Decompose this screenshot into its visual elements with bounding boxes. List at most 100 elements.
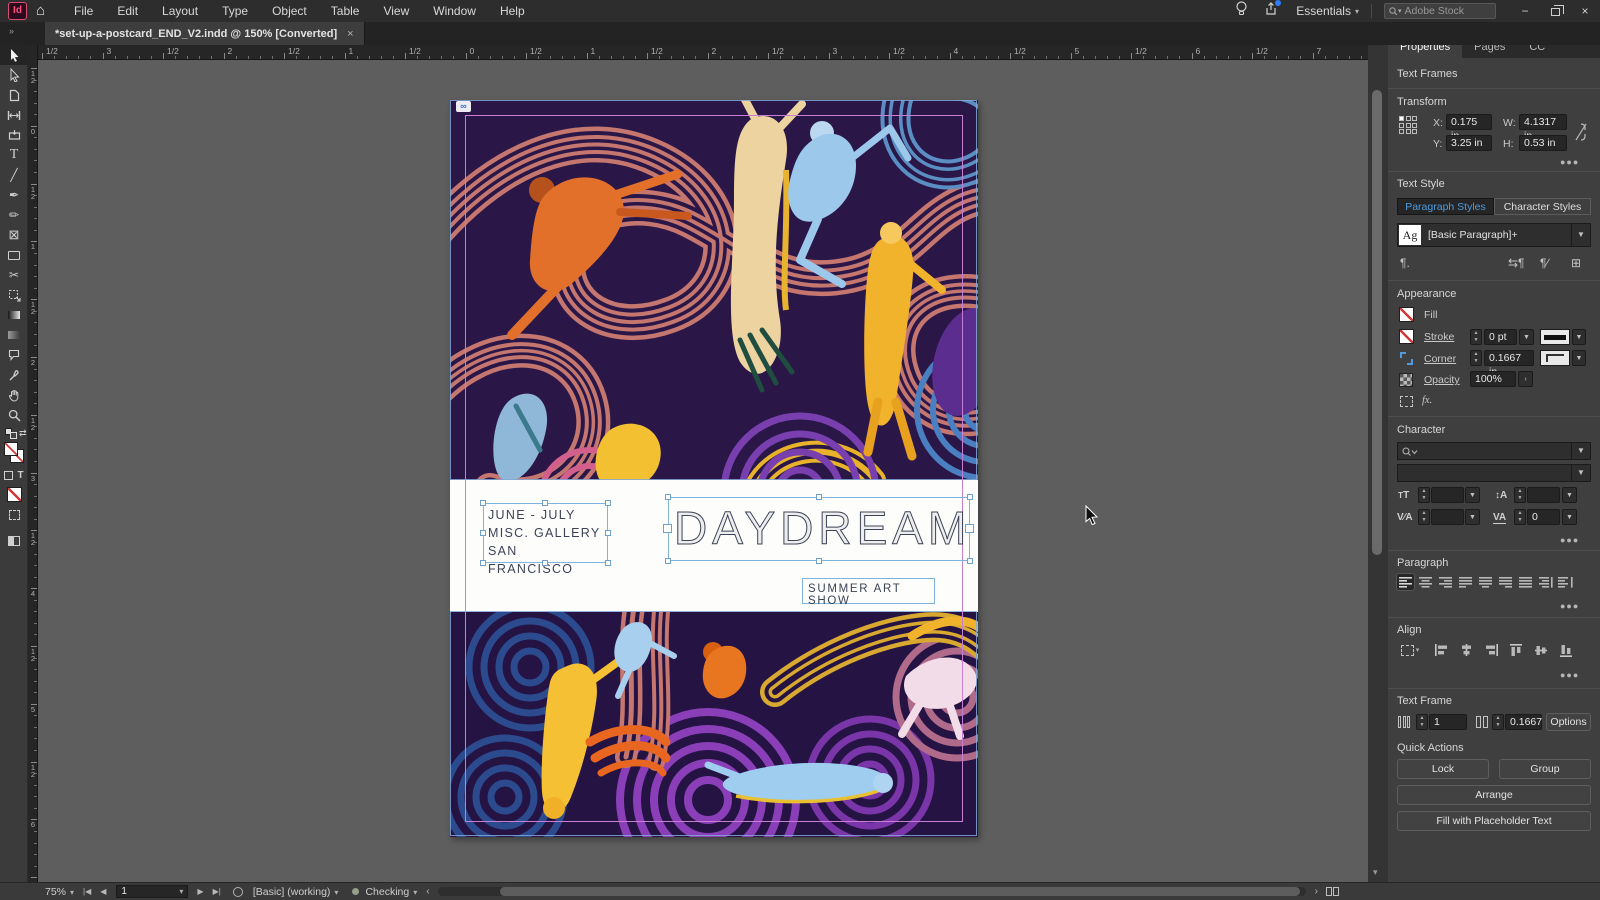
corner-radius-stepper[interactable]: ▲ ▼ [1470,350,1482,366]
opacity-value[interactable]: 100% [1470,371,1516,387]
corner-style-chevron-icon[interactable]: ▼ [1572,350,1586,366]
align-left-edges-button[interactable] [1432,642,1450,658]
scissors-tool[interactable]: ✂ [0,265,28,285]
h-input[interactable]: 0.53 in [1519,135,1567,151]
justify-all-button[interactable] [1517,574,1534,590]
first-page-button[interactable]: |◀ [83,887,91,896]
selection-handle[interactable] [816,558,822,564]
subtitle-text-frame[interactable]: SUMMER ART SHOW [802,578,935,607]
share-icon[interactable] [1264,0,1282,21]
new-style-icon[interactable]: ⊞ [1571,256,1581,270]
tracking-stepper[interactable]: ▲ ▼ [1514,509,1526,525]
gutter-input[interactable]: 0.1667 [1505,714,1542,730]
swap-fill-stroke-icon[interactable]: ⇄ [0,425,28,441]
text-icon[interactable]: T [17,470,23,481]
page-number-input[interactable]: 1 ▾ [116,885,189,898]
selection-handle[interactable] [605,500,611,506]
kerning-value[interactable] [1431,509,1464,525]
direct-selection-tool[interactable] [0,65,28,85]
y-input[interactable]: 3.25 in [1446,135,1492,151]
screen-mode-button[interactable] [0,531,28,551]
selection-handle[interactable] [480,560,486,566]
stroke-color-swatch[interactable] [1399,329,1414,344]
postcard-top-illustration[interactable] [450,100,978,480]
selection-handle[interactable] [967,558,973,564]
gradient-feather-tool[interactable] [0,325,28,345]
ruler-origin-corner[interactable] [28,45,38,60]
selection-handle[interactable] [663,524,672,533]
style-chevron-icon[interactable]: ▼ [1571,224,1590,246]
postcard-bottom-illustration[interactable] [450,612,978,837]
apply-settings-icon[interactable] [0,505,28,525]
content-collector-tool[interactable] [0,125,28,145]
gradient-swatch-tool[interactable] [0,305,28,325]
workspace-switcher[interactable]: Essentials [1296,4,1351,18]
selection-handle[interactable] [542,560,548,566]
opacity-link[interactable]: Opacity [1424,374,1460,386]
gap-tool[interactable] [0,105,28,125]
type-tool[interactable]: T [0,145,28,165]
home-icon[interactable]: ⌂ [36,2,45,20]
stroke-style-preview[interactable] [1540,329,1570,345]
pencil-tool[interactable]: ✏ [0,205,28,225]
font-size-chevron-icon[interactable]: ▼ [1465,487,1480,503]
kerning-chevron-icon[interactable]: ▼ [1465,509,1480,525]
restore-button[interactable] [1540,0,1570,22]
fill-placeholder-button[interactable]: Fill with Placeholder Text [1397,811,1591,831]
columns-input[interactable]: 1 [1429,714,1467,730]
tab-close-icon[interactable]: × [347,28,353,40]
w-input[interactable]: 4.1317 in [1519,114,1567,142]
font-style-chevron-icon[interactable]: ▼ [1571,465,1590,481]
align-left-button[interactable] [1396,573,1415,591]
vertical-ruler[interactable]: 120121122123124125126 [28,60,38,882]
character-more-options[interactable]: ●●● [1560,535,1579,545]
group-button[interactable]: Group [1499,759,1591,779]
selection-handle[interactable] [665,494,671,500]
align-vcenter-button[interactable] [1532,642,1550,658]
gutter-stepper[interactable]: ▲ ▼ [1492,714,1504,730]
tracking-chevron-icon[interactable]: ▼ [1562,509,1577,525]
align-towards-spine-button[interactable] [1537,574,1554,590]
selection-handle[interactable] [605,560,611,566]
font-style-select[interactable]: ▼ [1397,464,1591,482]
indesign-logo[interactable]: Id [8,2,27,20]
stroke-weight-chevron-icon[interactable]: ▼ [1519,329,1534,345]
paragraph-styles-tab[interactable]: Paragraph Styles [1397,198,1494,215]
selection-handle[interactable] [965,524,974,533]
font-family-chevron-icon[interactable]: ▼ [1571,443,1590,459]
font-size-stepper[interactable]: ▲ ▼ [1418,487,1430,503]
scroll-down-icon[interactable]: ▾ [1373,867,1378,878]
stroke-style-chevron-icon[interactable]: ▼ [1572,329,1586,345]
align-away-spine-button[interactable] [1557,574,1574,590]
object-effects-icon[interactable] [1400,396,1413,407]
search-chevron-icon[interactable]: ▾ [1398,7,1402,15]
menu-edit[interactable]: Edit [105,0,150,22]
kerning-stepper[interactable]: ▲ ▼ [1418,509,1430,525]
free-transform-tool[interactable] [0,285,28,305]
transform-more-options[interactable]: ●●● [1560,157,1579,167]
minimize-button[interactable]: − [1510,0,1540,22]
horizontal-scrollbar[interactable] [437,887,1306,896]
corner-radius-value[interactable]: 0.1667 in [1484,350,1534,378]
spread-view-icon[interactable] [1325,887,1339,896]
container-icon[interactable] [4,470,14,480]
align-bottom-edges-button[interactable] [1557,642,1575,658]
menu-file[interactable]: File [62,0,105,22]
postcard-page[interactable]: ∞ JUNE - JULY MISC. GALLERY SAN FRANCISC… [450,100,978,837]
font-family-select[interactable]: ▼ [1397,442,1591,460]
selection-tool[interactable] [0,45,28,65]
text-frame-options-button[interactable]: Options [1546,713,1591,731]
title-text-frame[interactable]: DAYDREAM [668,497,970,561]
selection-handle[interactable] [542,500,548,506]
x-input[interactable]: 0.175 in [1446,114,1492,142]
info-text-frame[interactable]: JUNE - JULY MISC. GALLERY SAN FRANCISCO [483,503,608,576]
selection-handle[interactable] [665,558,671,564]
redefine-style-icon[interactable]: ⇆¶ [1508,256,1525,270]
workspace-chevron-icon[interactable]: ▾ [1355,7,1359,16]
vertical-scroll-thumb[interactable] [1372,90,1382,555]
align-more-options[interactable]: ●●● [1560,670,1579,680]
opacity-expand-icon[interactable]: › [1518,371,1533,387]
last-page-button[interactable]: ▶| [213,887,221,896]
frame-tool[interactable]: ⊠ [0,225,28,245]
fill-stroke-control[interactable] [0,441,28,467]
